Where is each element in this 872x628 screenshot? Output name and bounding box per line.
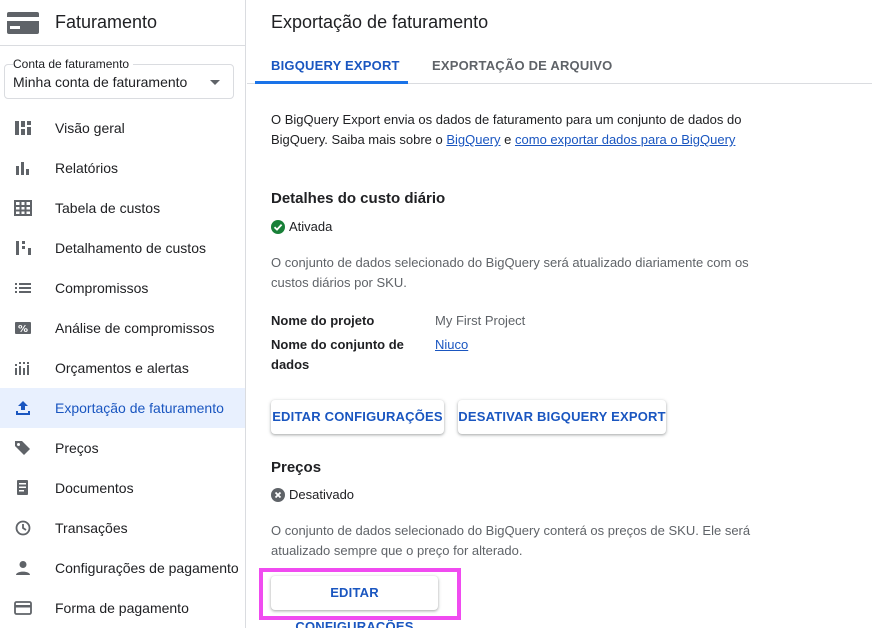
sidebar-item-label: Forma de pagamento: [55, 600, 189, 616]
page-title: Exportação de faturamento: [271, 12, 489, 32]
dropdown-arrow-icon: [210, 80, 220, 85]
main-content: Exportação de faturamento BIGQUERY EXPOR…: [247, 0, 872, 628]
sidebar-item-forma-de-pagamento[interactable]: Forma de pagamento: [0, 588, 245, 628]
sidebar-item-label: Preços: [55, 440, 99, 456]
sidebar-item-orcamentos-e-alertas[interactable]: Orçamentos e alertas: [0, 348, 245, 388]
tab-bar: BIGQUERY EXPORT EXPORTAÇÃO DE ARQUIVO: [247, 44, 872, 84]
sidebar-item-tabela-de-custos[interactable]: Tabela de custos: [0, 188, 245, 228]
sidebar-item-documentos[interactable]: Documentos: [0, 468, 245, 508]
sidebar-item-exportacao-de-faturamento[interactable]: Exportação de faturamento: [0, 388, 245, 428]
table-icon: [14, 200, 32, 216]
pricing-status-text: Desativado: [289, 487, 355, 502]
sidebar-item-visao-geral[interactable]: Visão geral: [0, 108, 245, 148]
svg-text:%: %: [18, 324, 28, 335]
sidebar-header: Faturamento: [0, 0, 246, 46]
dataset-name-value: Niuco: [435, 335, 468, 355]
billing-account-select[interactable]: Conta de faturamento Minha conta de fatu…: [4, 57, 234, 99]
sidebar-item-label: Orçamentos e alertas: [55, 360, 189, 376]
dashboard-icon: [15, 121, 31, 135]
sidebar-item-label: Visão geral: [55, 120, 125, 136]
daily-status-text: Ativada: [289, 219, 333, 234]
billing-account-value: Minha conta de faturamento: [13, 74, 188, 90]
tag-icon: [15, 441, 30, 455]
sidebar-item-label: Transações: [55, 520, 128, 536]
intro-text-mid: e: [500, 132, 516, 147]
person-icon: [16, 561, 30, 575]
cancel-circle-icon: [271, 487, 285, 502]
sidebar-nav: Visão geral Relatórios Tabela de custos …: [0, 108, 245, 628]
sidebar: Faturamento Conta de faturamento Minha c…: [0, 0, 246, 628]
document-icon: [17, 480, 28, 495]
bar-chart-icon: [16, 162, 29, 175]
billing-card-icon: [7, 12, 39, 34]
export-docs-link[interactable]: como exportar dados para o BigQuery: [515, 132, 735, 147]
sidebar-item-label: Configurações de pagamento: [55, 560, 239, 576]
sidebar-item-compromissos[interactable]: Compromissos: [0, 268, 245, 308]
app-title: Faturamento: [55, 12, 158, 32]
highlight-box: [259, 568, 461, 620]
sidebar-item-label: Documentos: [55, 480, 134, 496]
disable-bigquery-export-button[interactable]: DESATIVAR BIGQUERY EXPORT: [458, 400, 666, 434]
intro-text: O BigQuery Export envia os dados de fatu…: [271, 110, 771, 150]
sidebar-item-configuracoes-de-pagamento[interactable]: Configurações de pagamento: [0, 548, 245, 588]
sidebar-item-label: Análise de compromissos: [55, 320, 215, 336]
active-tab-indicator: [255, 81, 408, 84]
sidebar-item-analise-de-compromissos[interactable]: % Análise de compromissos: [0, 308, 245, 348]
sidebar-item-label: Tabela de custos: [55, 200, 161, 216]
daily-cost-heading: Detalhes do custo diário: [271, 190, 446, 207]
breakdown-icon: [16, 241, 31, 255]
pricing-status: Desativado: [271, 487, 354, 502]
sidebar-item-precos[interactable]: Preços: [0, 428, 245, 468]
tab-file-export[interactable]: EXPORTAÇÃO DE ARQUIVO: [432, 58, 612, 73]
main-header: Exportação de faturamento: [247, 0, 872, 44]
clock-icon: [15, 520, 31, 536]
pricing-heading: Preços: [271, 459, 322, 476]
project-name-value: My First Project: [435, 313, 526, 328]
bigquery-link[interactable]: BigQuery: [446, 132, 500, 147]
credit-card-icon: [14, 601, 32, 615]
daily-status: Ativada: [271, 219, 332, 234]
dataset-name-key: Nome do conjunto de dados: [271, 337, 404, 372]
pricing-description: O conjunto de dados selecionado do BigQu…: [271, 523, 751, 558]
tab-bigquery-export[interactable]: BIGQUERY EXPORT: [271, 58, 400, 73]
sidebar-item-label: Relatórios: [55, 160, 119, 176]
project-name-key: Nome do projeto: [271, 313, 375, 328]
check-circle-icon: [271, 219, 285, 234]
upload-icon: [16, 401, 30, 415]
percent-icon: %: [15, 322, 31, 335]
sidebar-item-label: Exportação de faturamento: [55, 400, 224, 416]
sidebar-item-detalhamento-de-custos[interactable]: Detalhamento de custos: [0, 228, 245, 268]
sidebar-item-label: Detalhamento de custos: [55, 240, 206, 256]
dataset-link[interactable]: Niuco: [435, 337, 468, 352]
sidebar-item-transacoes[interactable]: Transações: [0, 508, 245, 548]
list-icon: [15, 283, 31, 293]
billing-account-label: Conta de faturamento: [13, 57, 134, 71]
sidebar-item-relatorios[interactable]: Relatórios: [0, 148, 245, 188]
daily-description: O conjunto de dados selecionado do BigQu…: [271, 255, 749, 290]
edit-daily-settings-button[interactable]: EDITAR CONFIGURAÇÕES: [271, 400, 444, 434]
budget-icon: [15, 362, 29, 375]
sidebar-item-label: Compromissos: [55, 280, 149, 296]
